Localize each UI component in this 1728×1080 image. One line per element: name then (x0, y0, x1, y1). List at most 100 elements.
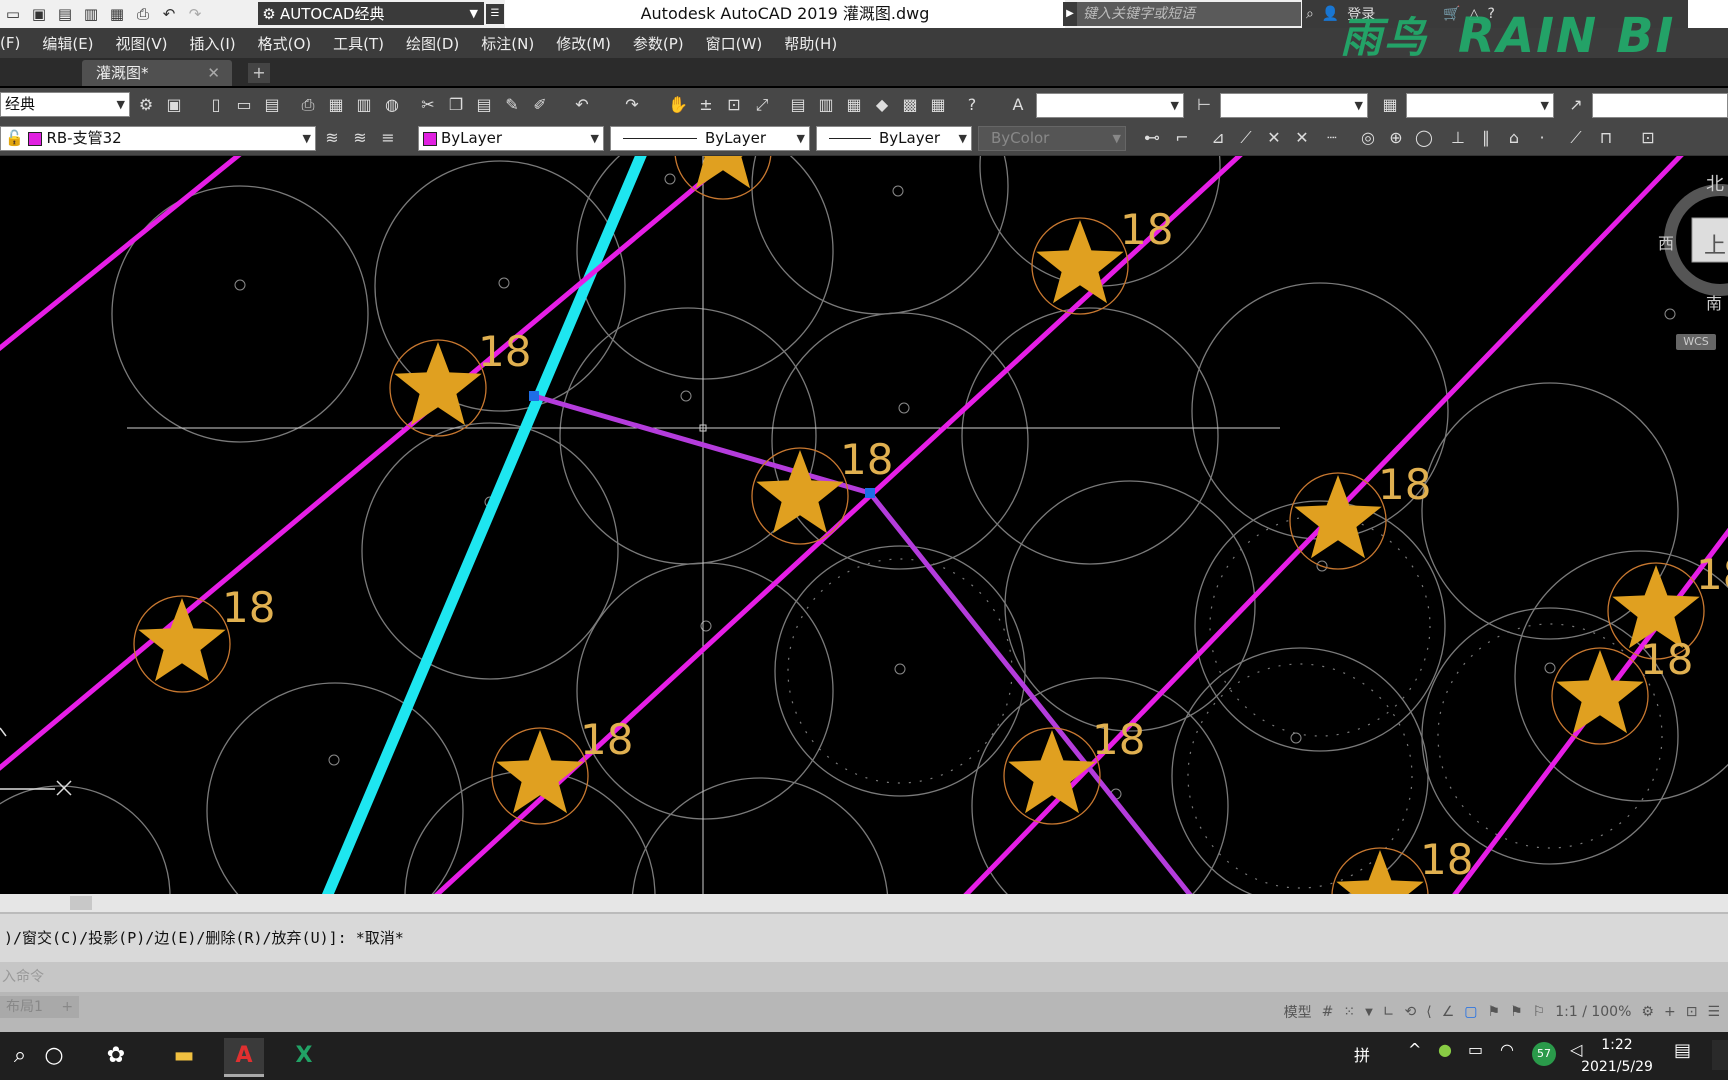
customize-icon[interactable]: ☰ (1707, 1004, 1720, 1020)
calculator-icon[interactable]: ▦ (926, 93, 950, 117)
snap-insert-icon[interactable]: ⌂ (1502, 126, 1526, 150)
publish-icon[interactable]: ▦ (106, 4, 128, 24)
sprinkler-head-star[interactable] (138, 598, 226, 682)
isodraft-icon[interactable]: ⟨ (1426, 1004, 1431, 1020)
snap-perpendicular-icon[interactable]: ⊥ (1446, 126, 1470, 150)
workspace-combo[interactable]: 经典 ▼ (0, 92, 130, 117)
snap-intersection-icon[interactable]: ✕ (1262, 126, 1286, 150)
export-icon[interactable]: ▥ (80, 4, 102, 24)
multileader-style-icon[interactable]: ↗ (1564, 93, 1588, 117)
sprinkler-head-star[interactable] (1336, 850, 1424, 894)
menu-tools[interactable]: 工具(T) (322, 33, 395, 54)
menu-modify[interactable]: 修改(M) (545, 33, 622, 54)
system-clock[interactable]: 1:22 2021/5/29 (1562, 1034, 1672, 1078)
security-icon[interactable]: ● (1438, 1040, 1452, 1059)
menu-file[interactable]: (F) (0, 34, 31, 52)
snap-extension-icon[interactable]: ┈ (1320, 126, 1344, 150)
tab-drawing[interactable]: 灌溉图* ✕ (82, 60, 232, 86)
dim-style-combo[interactable]: ▼ (1220, 93, 1368, 118)
menu-help[interactable]: 帮助(H) (773, 33, 848, 54)
redo-icon[interactable]: ↷ (184, 4, 206, 24)
dim-linear-icon[interactable]: ⊷ (1140, 126, 1164, 150)
menu-insert[interactable]: 插入(I) (179, 33, 247, 54)
tab-layout1[interactable]: 布局1 + (0, 996, 80, 1018)
auto-scale-icon[interactable]: ⚑ (1510, 1004, 1523, 1020)
layer-combo[interactable]: 🔓 RB-支管32 ▼ (0, 126, 316, 151)
linetype-combo[interactable]: ByLayer ▼ (610, 126, 810, 151)
cortana-icon[interactable]: ○ (34, 1038, 74, 1074)
annotation-scale-value[interactable]: 1:1 / 100% (1555, 1004, 1631, 1020)
publish-icon[interactable]: ▥ (352, 93, 376, 117)
menu-edit[interactable]: 编辑(E) (31, 33, 104, 54)
sprinkler-head-star[interactable] (1036, 220, 1124, 304)
sprinkler-head-star[interactable] (679, 156, 766, 189)
zoom-realtime-icon[interactable]: ± (694, 93, 718, 117)
lateral-pipes[interactable] (0, 156, 1728, 894)
menu-draw[interactable]: 绘图(D) (395, 33, 470, 54)
undo-icon[interactable]: ↶ (158, 4, 180, 24)
battery-icon[interactable]: ▭ (1468, 1040, 1483, 1059)
osnap-settings-icon[interactable]: ⊡ (1636, 126, 1660, 150)
drawing-area[interactable]: 1818181818181818181818 (0, 156, 1728, 894)
pinwheel-app-icon[interactable]: ✿ (96, 1038, 136, 1074)
dim-aligned-icon[interactable]: ⌐ (1170, 126, 1194, 150)
autocad-app-icon[interactable]: A (224, 1038, 264, 1077)
color-combo[interactable]: ByLayer ▼ (418, 126, 604, 151)
user-icon[interactable]: 👤 (1322, 6, 1339, 22)
sprinkler-head-star[interactable] (1008, 730, 1096, 814)
text-style-combo[interactable]: ▼ (1036, 93, 1184, 118)
snap-node-icon[interactable]: · (1530, 126, 1554, 150)
customize-qat-button[interactable]: ☰ (486, 4, 504, 24)
scrollbar-thumb[interactable] (70, 896, 92, 910)
text-style-icon[interactable]: A (1006, 93, 1030, 117)
show-desktop-button[interactable] (1712, 1040, 1728, 1070)
open-folder-icon[interactable]: ▭ (232, 93, 256, 117)
chevron-right-icon[interactable]: ▶ (1063, 2, 1077, 26)
chevron-up-icon[interactable]: ^ (1408, 1040, 1421, 1059)
snap-apparent-icon[interactable]: ✕ (1290, 126, 1314, 150)
paste-icon[interactable]: ▤ (472, 93, 496, 117)
markup-icon[interactable]: ▩ (898, 93, 922, 117)
snap-midpoint-icon[interactable]: ⟋ (1234, 126, 1258, 150)
plus-icon[interactable]: + (1664, 1004, 1676, 1020)
new-tab-button[interactable]: + (248, 63, 270, 83)
file-explorer-icon[interactable]: ▬ (164, 1038, 204, 1074)
properties-icon[interactable]: ▤ (786, 93, 810, 117)
grip-end[interactable] (865, 488, 875, 498)
help-icon[interactable]: ? (960, 93, 984, 117)
3d-dwf-icon[interactable]: ◍ (380, 93, 404, 117)
menu-window[interactable]: 窗口(W) (695, 33, 774, 54)
snap-parallel-icon[interactable]: ∥ (1474, 126, 1498, 150)
snap-icon[interactable]: ⁙ (1343, 1004, 1355, 1020)
save-as-icon[interactable]: ▤ (54, 4, 76, 24)
plot-icon[interactable]: ⎙ (296, 93, 320, 117)
match-properties-icon[interactable]: ✎ (500, 93, 524, 117)
horizontal-scrollbar[interactable] (0, 894, 1728, 912)
osnap-tracking-icon[interactable]: ∠ (1442, 1004, 1455, 1020)
undo-icon[interactable]: ↶ (570, 93, 594, 117)
workspace-switcher[interactable]: ⚙ AUTOCAD经典 ▼ (258, 2, 484, 25)
close-icon[interactable]: ✕ (207, 60, 220, 86)
lineweight-combo[interactable]: ByLayer ▼ (816, 126, 972, 151)
add-layout-icon[interactable]: + (61, 999, 73, 1015)
layer-states-icon[interactable]: ≡ (376, 126, 400, 150)
annotation-scale-icon[interactable]: ⚐ (1533, 1004, 1546, 1020)
viewcube[interactable]: 北 西 南 上 WCS (1658, 170, 1728, 370)
table-style-icon[interactable]: ▦ (1378, 93, 1402, 117)
osnap-icon[interactable]: ▢ (1464, 1004, 1477, 1020)
layer-previous-icon[interactable]: ≋ (348, 126, 372, 150)
workspace-gear-icon[interactable]: ⚙ (1641, 1004, 1654, 1020)
snap-center-icon[interactable]: ◎ (1356, 126, 1380, 150)
wcs-menu[interactable]: WCS (1676, 334, 1716, 350)
sheet-set-icon[interactable]: ◆ (870, 93, 894, 117)
cut-icon[interactable]: ✂ (416, 93, 440, 117)
block-editor-icon[interactable]: ✐ (528, 93, 552, 117)
snap-endpoint-icon[interactable]: ⊿ (1206, 126, 1230, 150)
dim-style-icon[interactable]: ⊢ (1192, 93, 1216, 117)
zoom-previous-icon[interactable]: ⤢ (750, 93, 774, 117)
search-input[interactable]: 键入关键字或短语 (1077, 2, 1301, 26)
grip-start[interactable] (529, 391, 539, 401)
menu-view[interactable]: 视图(V) (105, 33, 179, 54)
menu-format[interactable]: 格式(O) (247, 33, 323, 54)
print-icon[interactable]: ⎙ (132, 4, 154, 24)
